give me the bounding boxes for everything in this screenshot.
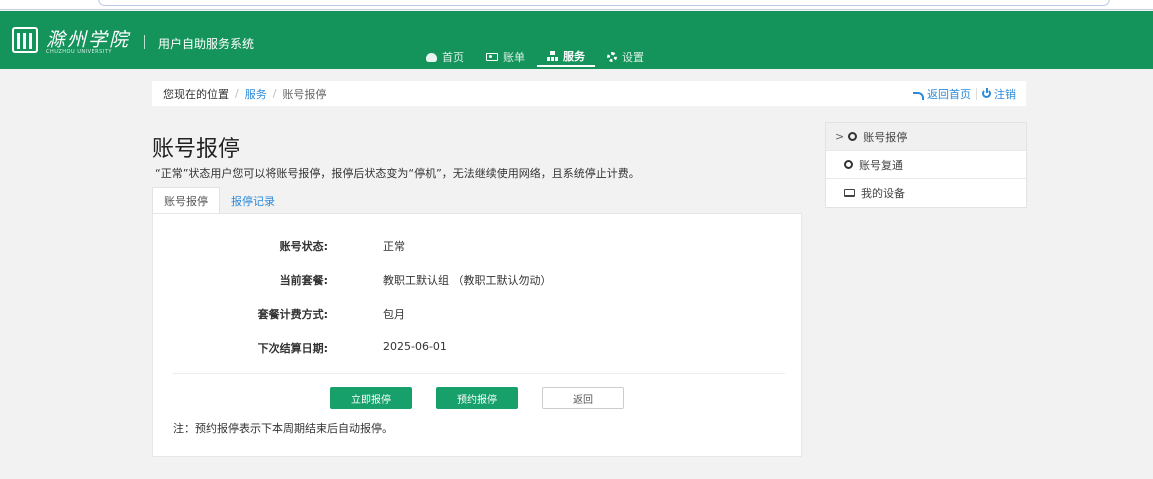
- field-label: 套餐计费方式:: [257, 308, 328, 321]
- form-note: 注：预约报停表示下本周期结束后自动报停。: [173, 422, 393, 435]
- logo-chinese-name: 滁州学院: [46, 29, 131, 51]
- university-logo[interactable]: 滁州学院 CHUZHOU UNIVERSITY: [12, 25, 142, 57]
- circle-dot-icon: [848, 132, 858, 141]
- tab-account-stop[interactable]: 账号报停: [152, 187, 220, 214]
- palette-icon: [426, 52, 437, 62]
- circle-dot-icon: [844, 160, 853, 169]
- logout-label: 注销: [994, 88, 1016, 101]
- breadcrumb: 您现在的位置 / 服务 / 账号报停 返回首页 注销: [152, 81, 1026, 106]
- breadcrumb-prefix: 您现在的位置: [163, 87, 229, 101]
- nav-home-label: 首页: [442, 51, 464, 64]
- nav-bill-label: 账单: [503, 51, 525, 64]
- app-header: 滁州学院 CHUZHOU UNIVERSITY 用户自助服务系统 首页 账单 服…: [0, 11, 1153, 69]
- field-value: 教职工默认组 （教职工默认勿动）: [383, 274, 552, 287]
- sidebar-item-account-resume[interactable]: 账号复通: [826, 151, 1026, 179]
- card-icon: [486, 53, 498, 61]
- field-label: 下次结算日期:: [257, 342, 328, 355]
- field-value: 2025-06-01: [383, 340, 447, 353]
- breadcrumb-current: 账号报停: [282, 87, 327, 101]
- breadcrumb-link-service[interactable]: 服务: [245, 86, 267, 102]
- tab-bar: 账号报停 报停记录: [152, 187, 286, 214]
- form-divider: [173, 373, 785, 374]
- page-title: 账号报停: [152, 137, 241, 162]
- browser-top-strip: [0, 0, 1153, 10]
- sidebar-item-label: 账号报停: [863, 130, 908, 144]
- field-row-status: 账号状态: 正常: [153, 238, 803, 254]
- field-value: 包月: [383, 308, 405, 321]
- action-divider: [976, 88, 977, 100]
- sidebar-item-account-stop[interactable]: > 账号报停: [826, 123, 1026, 151]
- sitemap-icon: [547, 51, 558, 61]
- reply-arrow-icon: [913, 92, 924, 100]
- nav-home[interactable]: 首页: [426, 47, 464, 67]
- nav-bill[interactable]: 账单: [486, 47, 525, 67]
- nav-service[interactable]: 服务: [537, 47, 595, 67]
- breadcrumb-separator: /: [235, 87, 239, 100]
- stop-form-panel: 账号状态: 正常 当前套餐: 教职工默认组 （教职工默认勿动） 套餐计费方式: …: [152, 213, 802, 457]
- nav-settings[interactable]: 设置: [607, 47, 644, 67]
- back-home-label: 返回首页: [927, 88, 971, 101]
- stop-now-button[interactable]: 立即报停: [330, 387, 412, 409]
- sidebar-item-label: 我的设备: [861, 187, 905, 200]
- active-marker: >: [835, 130, 845, 143]
- power-icon: [982, 88, 991, 98]
- field-row-billing: 套餐计费方式: 包月: [153, 306, 803, 322]
- field-value: 正常: [383, 240, 405, 253]
- tab-stop-records[interactable]: 报停记录: [220, 187, 286, 214]
- address-bar[interactable]: [98, 0, 1110, 6]
- field-label: 账号状态:: [279, 240, 328, 253]
- main-nav: 首页 账单 服务 设置: [426, 47, 666, 69]
- back-home-link[interactable]: 返回首页: [913, 86, 971, 102]
- sidebar-item-my-devices[interactable]: 我的设备: [826, 179, 1026, 207]
- header-divider: [144, 35, 145, 49]
- laptop-icon: [844, 189, 855, 197]
- sidebar-item-label: 账号复通: [859, 158, 903, 172]
- logout-link[interactable]: 注销: [982, 86, 1016, 102]
- field-row-package: 当前套餐: 教职工默认组 （教职工默认勿动）: [153, 272, 803, 288]
- field-label: 当前套餐:: [279, 274, 328, 287]
- page-description: “正常”状态用户您可以将账号报停，报停后状态变为“停机”，无法继续使用网络，且系…: [155, 167, 640, 180]
- schedule-stop-button[interactable]: 预约报停: [436, 387, 518, 409]
- back-button[interactable]: 返回: [542, 387, 624, 409]
- nav-settings-label: 设置: [622, 51, 644, 64]
- field-row-next-date: 下次结算日期: 2025-06-01: [153, 340, 803, 356]
- breadcrumb-separator: /: [272, 87, 277, 100]
- gear-icon: [607, 52, 617, 62]
- logo-english-name: CHUZHOU UNIVERSITY: [46, 49, 112, 55]
- sidebar-menu: > 账号报停 账号复通 我的设备: [825, 122, 1027, 208]
- nav-service-label: 服务: [563, 50, 585, 63]
- system-name: 用户自助服务系统: [158, 37, 255, 51]
- logo-mark-icon: [12, 27, 38, 53]
- breadcrumb-actions: 返回首页 注销: [913, 86, 1016, 102]
